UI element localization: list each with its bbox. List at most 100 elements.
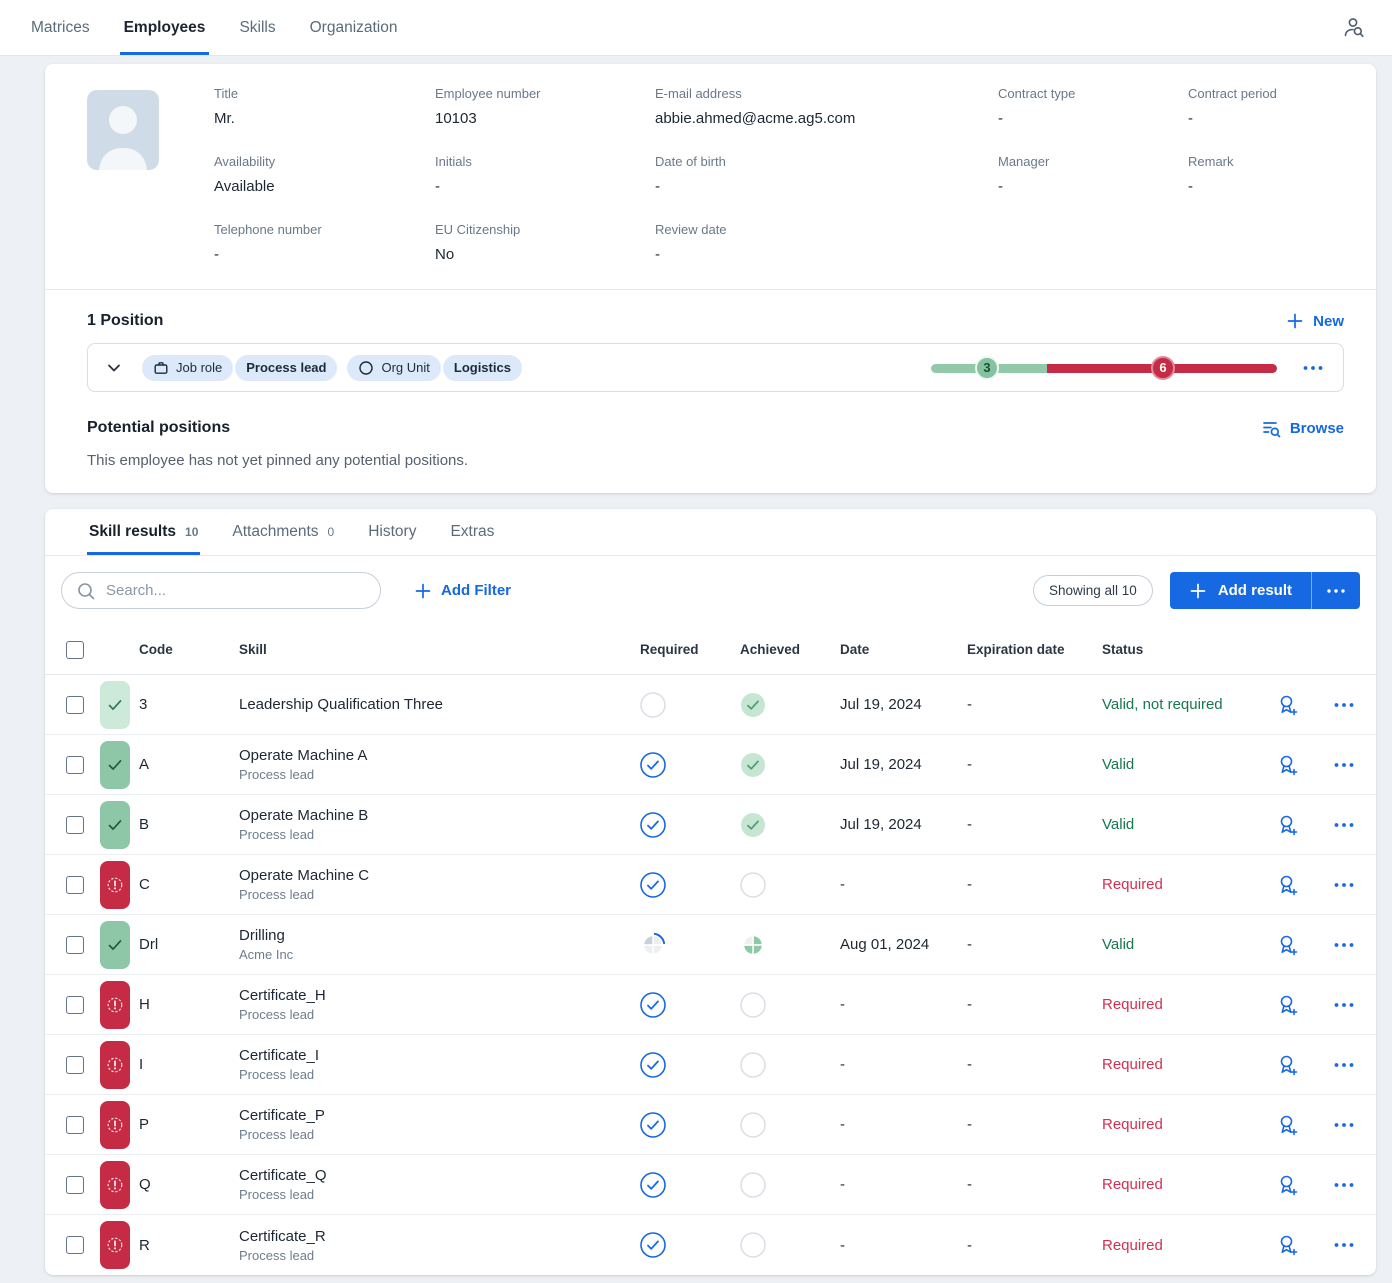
job-role-label-pill: Job role [142,355,233,381]
tab-extras[interactable]: Extras [448,509,496,555]
skill-status-badge [100,1101,130,1149]
col-expiration-date: Expiration date [947,642,1082,657]
skill-code: H [139,996,239,1013]
skill-code: B [139,816,239,833]
table-row[interactable]: 3 Leadership Qualification Three Jul 19,… [45,675,1376,735]
row-menu-button[interactable] [1312,992,1376,1018]
row-checkbox[interactable] [66,936,84,954]
row-menu-button[interactable] [1312,692,1376,718]
nav-item-employees[interactable]: Employees [120,0,210,55]
add-result-button[interactable]: Add result [1170,572,1311,609]
positions-heading: 1 Position [87,312,163,330]
skill-code: R [139,1237,239,1254]
field-value: Mr. [214,110,435,127]
add-filter-button[interactable]: Add Filter [414,582,511,600]
row-checkbox[interactable] [66,1236,84,1254]
row-checkbox[interactable] [66,756,84,774]
status-text: Required [1082,1176,1262,1193]
skill-subtitle: Process lead [239,1127,620,1142]
field-label: Availability [214,154,435,169]
skill-status-badge [100,1161,130,1209]
row-menu-button[interactable] [1312,932,1376,958]
row-checkbox[interactable] [66,1056,84,1074]
add-certificate-icon[interactable] [1262,992,1312,1018]
skill-card-tabs: Skill results 10 Attachments 0 History E… [45,509,1376,556]
result-date: - [820,1176,947,1193]
add-certificate-icon[interactable] [1262,1112,1312,1138]
row-menu-button[interactable] [1312,1172,1376,1198]
employee-field: Employee number 10103 [435,86,655,127]
table-row[interactable]: R Certificate_R Process lead - - Require… [45,1215,1376,1275]
org-unit-icon [358,360,374,376]
tab-history[interactable]: History [366,509,418,555]
tab-skill-results[interactable]: Skill results 10 [87,509,200,555]
add-certificate-icon[interactable] [1262,1172,1312,1198]
user-search-icon[interactable] [1340,14,1368,42]
employee-fields: Title Mr. Employee number 10103 E-mail a… [214,86,1344,263]
row-menu-button[interactable] [1312,752,1376,778]
skill-name: Certificate_H [239,987,620,1004]
row-checkbox[interactable] [66,876,84,894]
field-value: abbie.ahmed@acme.ag5.com [655,110,998,127]
skill-status-badge [100,981,130,1029]
table-row[interactable]: P Certificate_P Process lead - - Require… [45,1095,1376,1155]
row-checkbox[interactable] [66,816,84,834]
status-text: Required [1082,996,1262,1013]
achieved-indicator [720,992,820,1018]
table-row[interactable]: A Operate Machine A Process lead Jul 19,… [45,735,1376,795]
row-checkbox[interactable] [66,996,84,1014]
table-row[interactable]: Q Certificate_Q Process lead - - Require… [45,1155,1376,1215]
nav-item-matrices[interactable]: Matrices [27,0,94,55]
field-value: - [214,246,435,263]
add-certificate-icon[interactable] [1262,1232,1312,1258]
result-date: Jul 19, 2024 [820,816,947,833]
chevron-down-icon[interactable] [104,358,124,378]
add-certificate-icon[interactable] [1262,812,1312,838]
table-row[interactable]: C Operate Machine C Process lead - - Req… [45,855,1376,915]
row-checkbox[interactable] [66,696,84,714]
add-certificate-icon[interactable] [1262,1052,1312,1078]
new-position-button[interactable]: New [1286,312,1344,330]
select-all-checkbox[interactable] [66,641,84,659]
add-certificate-icon[interactable] [1262,872,1312,898]
row-menu-button[interactable] [1312,872,1376,898]
skill-name: Operate Machine B [239,807,620,824]
row-checkbox[interactable] [66,1176,84,1194]
expiration-date: - [947,1116,1082,1133]
add-certificate-icon[interactable] [1262,932,1312,958]
skill-status-badge [100,801,130,849]
primary-nav: Matrices Employees Skills Organization [27,0,402,55]
tab-attachments[interactable]: Attachments 0 [230,509,336,555]
employee-field: Date of birth - [655,154,998,195]
status-text: Valid, not required [1082,696,1262,713]
achieved-indicator [720,932,820,958]
search-field[interactable] [61,572,381,609]
required-indicator [620,872,720,898]
add-certificate-icon[interactable] [1262,752,1312,778]
row-menu-button[interactable] [1312,812,1376,838]
skill-code: C [139,876,239,893]
top-nav: Matrices Employees Skills Organization [0,0,1392,56]
position-menu-button[interactable] [1301,356,1325,380]
add-certificate-icon[interactable] [1262,692,1312,718]
nav-item-organization[interactable]: Organization [306,0,402,55]
skill-name: Certificate_I [239,1047,620,1064]
table-header: Code Skill Required Achieved Date Expira… [45,625,1376,675]
field-value: - [998,178,1188,195]
add-result-menu-button[interactable] [1312,572,1360,609]
employee-field: Manager - [998,154,1188,195]
search-input[interactable] [106,582,366,599]
table-row[interactable]: I Certificate_I Process lead - - Require… [45,1035,1376,1095]
position-row[interactable]: Job role Process lead Org Unit Logistics… [87,343,1344,392]
table-row[interactable]: B Operate Machine B Process lead Jul 19,… [45,795,1376,855]
row-checkbox[interactable] [66,1116,84,1134]
table-row[interactable]: H Certificate_H Process lead - - Require… [45,975,1376,1035]
table-row[interactable]: Drl Drilling Acme Inc Aug 01, 2024 - Val… [45,915,1376,975]
browse-positions-button[interactable]: Browse [1261,418,1344,438]
skill-name: Certificate_Q [239,1167,620,1184]
col-status: Status [1082,642,1262,657]
row-menu-button[interactable] [1312,1052,1376,1078]
row-menu-button[interactable] [1312,1232,1376,1258]
row-menu-button[interactable] [1312,1112,1376,1138]
nav-item-skills[interactable]: Skills [235,0,279,55]
